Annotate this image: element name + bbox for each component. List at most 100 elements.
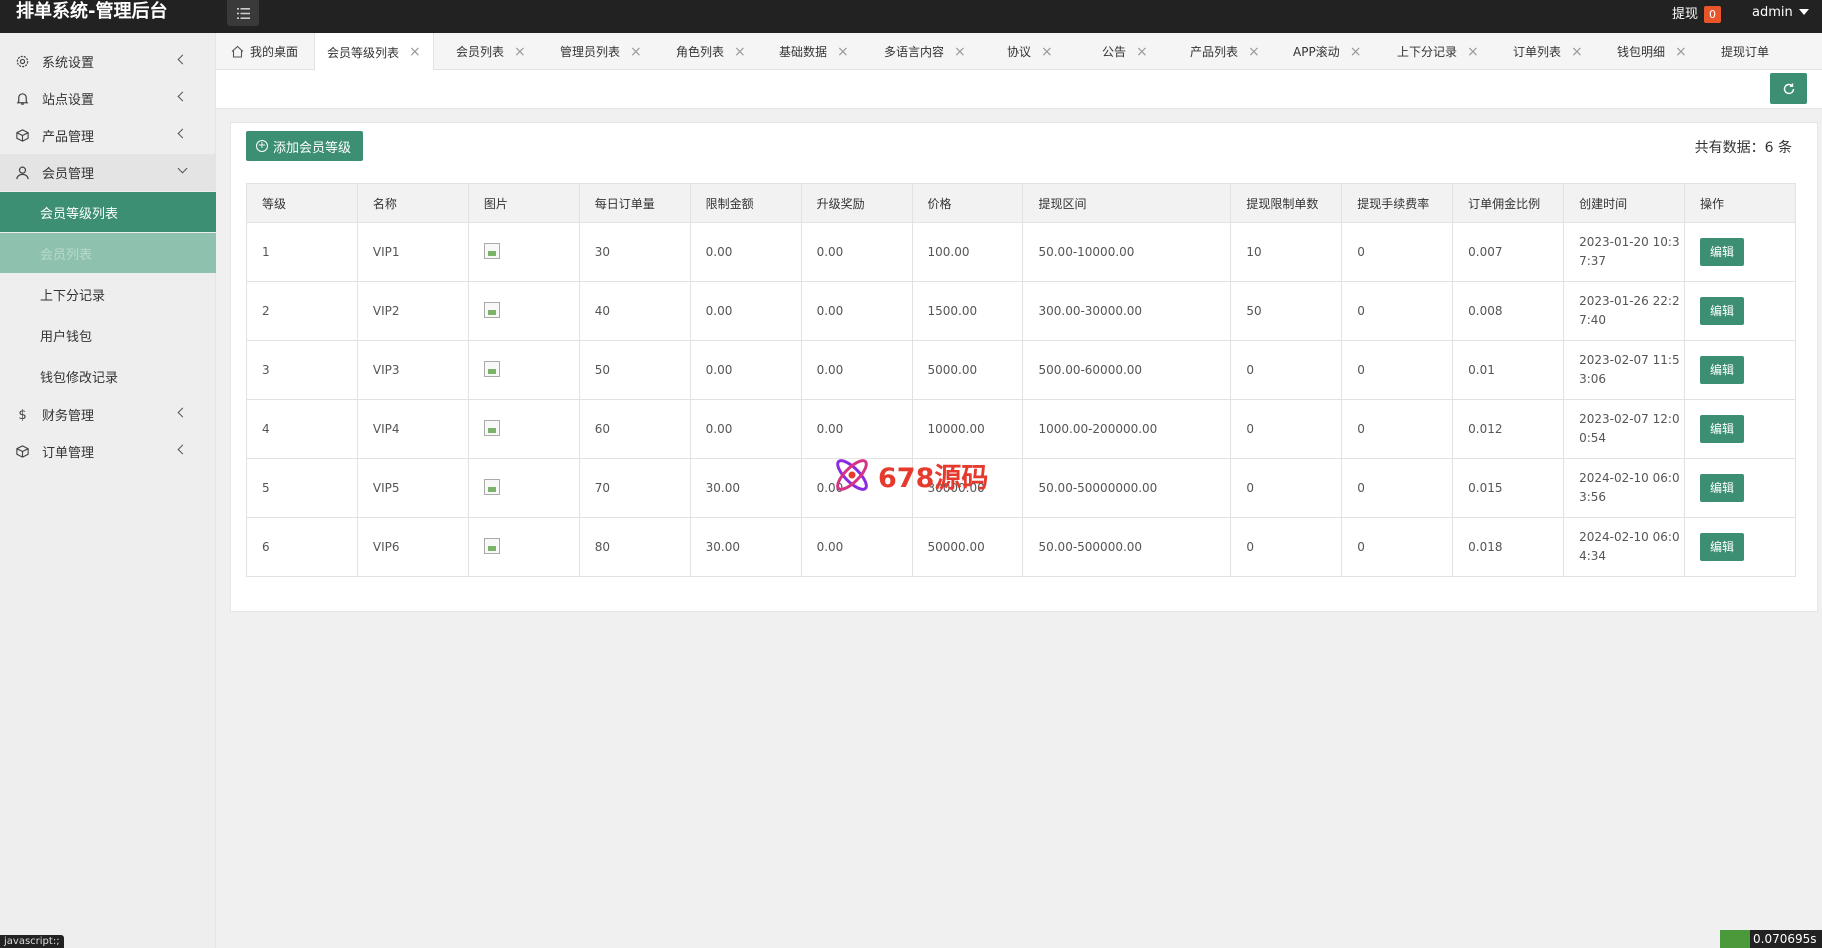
tab-withdraw-order[interactable]: 提现订单 — [1721, 33, 1769, 70]
close-icon[interactable]: × — [1571, 44, 1583, 60]
cell-withdraw-range: 50.00-500000.00 — [1022, 517, 1232, 577]
column-header: 限制金额 — [689, 183, 802, 223]
sidebar-sub-user-wallet[interactable]: 用户钱包 — [0, 315, 216, 355]
close-icon[interactable]: × — [1675, 44, 1687, 60]
close-icon[interactable]: × — [514, 44, 526, 60]
chevron-left-icon — [177, 444, 188, 455]
tab-product-list[interactable]: 产品列表 × — [1190, 33, 1260, 70]
cell-upgrade-reward: 0.00 — [800, 222, 913, 282]
close-icon[interactable]: × — [1041, 44, 1053, 60]
box-icon — [14, 444, 30, 460]
tab-order-list[interactable]: 订单列表 × — [1513, 33, 1583, 70]
total-count: 共有数据：6 条 — [1694, 140, 1792, 156]
sidebar-item-order[interactable]: 订单管理 — [0, 433, 216, 470]
top-header: 排单系统-管理后台 提现 0 admin — [0, 0, 1822, 33]
sidebar-item-finance[interactable]: $ 财务管理 — [0, 396, 216, 433]
cell-price: 50000.00 — [911, 517, 1024, 577]
sidebar-sub-label: 钱包修改记录 — [40, 370, 119, 386]
add-member-level-label: 添加会员等级 — [273, 140, 352, 156]
cell-withdraw-limit: 10 — [1230, 222, 1343, 282]
cell-image — [467, 222, 580, 282]
cell-limit-amount: 0.00 — [689, 281, 802, 341]
sidebar-sub-member-level[interactable]: 会员等级列表 — [0, 192, 216, 232]
tab-label: 协议 — [1007, 45, 1032, 59]
member-level-table: 等级 名称 图片 每日订单量 限制金额 升级奖励 价格 提现区间 提现限制单数 … — [246, 183, 1797, 577]
tab-score-records[interactable]: 上下分记录 × — [1397, 33, 1479, 70]
tab-label: APP滚动 — [1293, 45, 1340, 59]
edit-button[interactable]: 编辑 — [1699, 356, 1744, 384]
close-icon[interactable]: × — [409, 44, 421, 60]
tab-member-level[interactable]: 会员等级列表 × — [314, 33, 434, 71]
close-icon[interactable]: × — [630, 44, 642, 60]
caret-down-icon — [1798, 9, 1809, 15]
tab-notice[interactable]: 公告 × — [1102, 33, 1148, 70]
edit-button[interactable]: 编辑 — [1699, 238, 1744, 266]
box-icon — [14, 128, 30, 144]
close-icon[interactable]: × — [1350, 44, 1362, 60]
cell-withdraw-fee: 0 — [1341, 281, 1454, 341]
cell-withdraw-fee: 0 — [1341, 222, 1454, 282]
cell-upgrade-reward: 0.00 — [800, 399, 913, 459]
sidebar-sub-score-records[interactable]: 上下分记录 — [0, 274, 216, 314]
withdraw-link[interactable]: 提现 0 — [1672, 0, 1722, 24]
tab-bar: 我的桌面 会员等级列表 × 会员列表 × 管理员列表 × 角色列表 × 基础数据… — [216, 33, 1822, 71]
menu-toggle-button[interactable] — [227, 0, 259, 26]
column-header: 提现限制单数 — [1230, 183, 1343, 223]
created-time-line: 4:34 — [1579, 549, 1607, 563]
user-name: admin — [1752, 4, 1793, 20]
close-icon[interactable]: × — [1467, 44, 1479, 60]
bell-icon — [14, 91, 30, 107]
edit-button[interactable]: 编辑 — [1699, 533, 1744, 561]
sidebar-item-site[interactable]: 站点设置 — [0, 80, 216, 117]
edit-button[interactable]: 编辑 — [1699, 474, 1744, 502]
sidebar-sub-label: 会员列表 — [40, 247, 93, 263]
created-time-line: 2023-02-07 11:5 — [1579, 353, 1680, 367]
column-header: 图片 — [467, 183, 580, 223]
cell-withdraw-range: 50.00-10000.00 — [1022, 222, 1232, 282]
cell-commission: 0.007 — [1452, 222, 1565, 282]
cell-price: 10000.00 — [911, 399, 1024, 459]
chevron-left-icon — [177, 128, 188, 139]
tab-base-data[interactable]: 基础数据 × — [779, 33, 849, 70]
cell-limit-amount: 30.00 — [689, 517, 802, 577]
edit-button[interactable]: 编辑 — [1699, 297, 1744, 325]
edit-button[interactable]: 编辑 — [1699, 415, 1744, 443]
cell-withdraw-limit: 0 — [1230, 517, 1343, 577]
user-menu[interactable]: admin — [1752, 0, 1809, 24]
cell-withdraw-limit: 0 — [1230, 458, 1343, 518]
app-title: 排单系统-管理后台 — [16, 1, 168, 22]
sidebar-item-system[interactable]: 系统设置 — [0, 43, 216, 80]
tab-agreement[interactable]: 协议 × — [1007, 33, 1053, 70]
cell-created-time: 2023-02-07 11:5 3:06 — [1563, 340, 1685, 400]
table-row: 4 VIP4 60 0.00 0.00 10000.00 1000.00-200… — [246, 399, 1797, 459]
browser-status-text: javascript:; — [0, 935, 64, 948]
column-header: 等级 — [246, 183, 358, 223]
list-icon — [236, 7, 250, 19]
tab-member-list[interactable]: 会员列表 × — [456, 33, 526, 70]
tab-label: 角色列表 — [676, 45, 725, 59]
close-icon[interactable]: × — [1136, 44, 1148, 60]
chevron-left-icon — [177, 54, 188, 65]
tab-i18n[interactable]: 多语言内容 × — [884, 33, 966, 70]
sidebar-item-product[interactable]: 产品管理 — [0, 117, 216, 154]
tab-admin-list[interactable]: 管理员列表 × — [560, 33, 642, 70]
sidebar-sub-member-list[interactable]: 会员列表 — [0, 233, 216, 273]
tab-role-list[interactable]: 角色列表 × — [676, 33, 746, 70]
close-icon[interactable]: × — [734, 44, 746, 60]
sidebar-sub-label: 用户钱包 — [40, 329, 93, 345]
add-member-level-button[interactable]: + 添加会员等级 — [246, 131, 364, 161]
close-icon[interactable]: × — [1248, 44, 1260, 60]
content-toolbar — [216, 70, 1822, 109]
tab-wallet-detail[interactable]: 钱包明细 × — [1617, 33, 1687, 70]
close-icon[interactable]: × — [954, 44, 966, 60]
tab-app-scroll[interactable]: APP滚动 × — [1293, 33, 1361, 70]
refresh-button[interactable] — [1770, 73, 1807, 104]
cell-withdraw-range: 500.00-60000.00 — [1022, 340, 1232, 400]
cell-level: 2 — [246, 281, 358, 341]
tab-label: 会员等级列表 — [327, 45, 400, 60]
sidebar-sub-wallet-log[interactable]: 钱包修改记录 — [0, 356, 216, 396]
tab-desktop[interactable]: 我的桌面 — [231, 33, 298, 70]
sidebar-item-member[interactable]: 会员管理 — [0, 154, 216, 191]
close-icon[interactable]: × — [837, 44, 849, 60]
cell-upgrade-reward: 0.00 — [800, 281, 913, 341]
